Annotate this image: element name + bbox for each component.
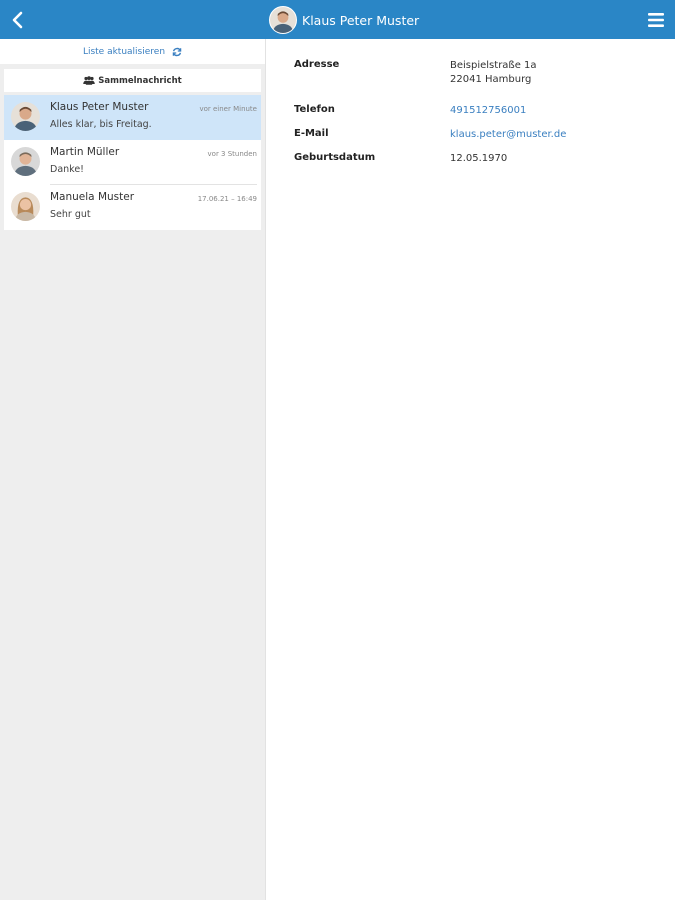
- contact-details: Adresse Beispielstraße 1a 22041 Hamburg …: [294, 59, 654, 176]
- top-bar: Klaus Peter Muster: [0, 0, 675, 39]
- birthday-row: Geburtsdatum 12.05.1970: [294, 152, 654, 176]
- contact-name: Manuela Muster: [50, 191, 135, 203]
- menu-button[interactable]: [646, 10, 666, 30]
- broadcast-label: Sammelnachricht: [98, 75, 182, 86]
- avatar: [11, 102, 40, 131]
- refresh-list-button[interactable]: Liste aktualisieren: [0, 39, 265, 64]
- broadcast-message-button[interactable]: Sammelnachricht: [4, 69, 261, 92]
- address-row: Adresse Beispielstraße 1a 22041 Hamburg: [294, 59, 654, 104]
- contact-name: Martin Müller: [50, 146, 120, 158]
- address-value: Beispielstraße 1a 22041 Hamburg: [450, 59, 537, 104]
- phone-row: Telefon 491512756001: [294, 104, 654, 128]
- header-contact[interactable]: Klaus Peter Muster: [269, 5, 419, 35]
- address-label: Adresse: [294, 59, 340, 70]
- avatar: [11, 192, 40, 221]
- message-preview: Alles klar, bis Freitag.: [50, 119, 152, 130]
- contact-list: Klaus Peter Muster vor einer Minute Alle…: [4, 95, 261, 230]
- back-button[interactable]: [6, 7, 28, 33]
- avatar: [11, 147, 40, 176]
- address-city: 22041 Hamburg: [450, 74, 532, 85]
- email-link[interactable]: klaus.peter@muster.de: [450, 128, 566, 152]
- chevron-left-icon: [12, 11, 23, 29]
- list-item[interactable]: Klaus Peter Muster vor einer Minute Alle…: [4, 95, 261, 140]
- list-item[interactable]: Martin Müller vor 3 Stunden Danke!: [4, 140, 261, 185]
- contact-name: Klaus Peter Muster: [50, 101, 149, 113]
- contact-time: vor einer Minute: [199, 105, 257, 113]
- message-preview: Sehr gut: [50, 209, 91, 220]
- phone-link[interactable]: 491512756001: [450, 104, 526, 128]
- birthday-value: 12.05.1970: [450, 153, 508, 164]
- hamburger-icon: [648, 13, 664, 27]
- address-street: Beispielstraße 1a: [450, 60, 537, 71]
- birthday-label: Geburtsdatum: [294, 152, 376, 163]
- refresh-icon: [172, 47, 182, 57]
- group-icon: [83, 76, 96, 85]
- header-title: Klaus Peter Muster: [302, 12, 420, 28]
- email-label: E-Mail: [294, 128, 329, 139]
- contact-time: vor 3 Stunden: [207, 150, 257, 158]
- refresh-label: Liste aktualisieren: [82, 46, 166, 57]
- message-preview: Danke!: [50, 164, 84, 175]
- list-item[interactable]: Manuela Muster 17.06.21 – 16:49 Sehr gut: [4, 185, 261, 230]
- contact-time: 17.06.21 – 16:49: [197, 195, 257, 203]
- contact-sidebar: Liste aktualisieren Sammelnachricht Klau…: [0, 39, 266, 900]
- email-row: E-Mail klaus.peter@muster.de: [294, 128, 654, 152]
- avatar: [269, 6, 297, 34]
- phone-label: Telefon: [294, 104, 335, 115]
